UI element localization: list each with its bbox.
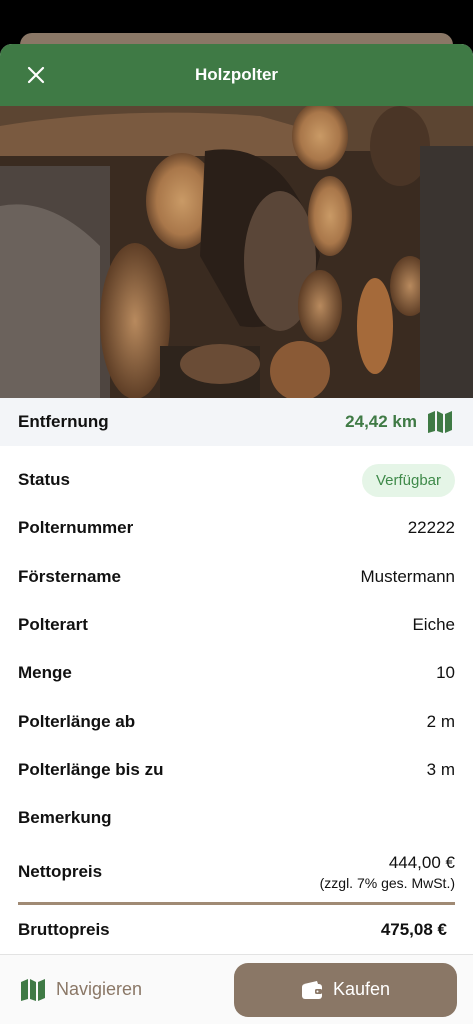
buy-button[interactable]: Kaufen: [234, 962, 457, 1017]
page-title: Holzpolter: [194, 65, 279, 84]
detail-row-menge: Menge 10: [18, 649, 455, 697]
netto-value: 444,00 €: [388, 853, 455, 873]
netto-label: Nettopreis: [18, 862, 103, 882]
header-bar: Holzpolter: [0, 44, 473, 106]
status-label: Status: [18, 470, 70, 490]
polterart-label: Polterart: [18, 615, 88, 635]
polterlaenge-ab-label: Polterlänge ab: [18, 711, 136, 731]
detail-row-polterlaenge-ab: Polterlänge ab 2 m: [18, 697, 455, 745]
menge-value: 10: [436, 663, 455, 683]
detail-row-polternummer: Polternummer 22222: [18, 504, 455, 552]
detail-sheet: Holzpolter Entfernung 24,42 km Status Ve…: [0, 44, 473, 1024]
close-button[interactable]: [22, 63, 50, 87]
foerstername-label: Förstername: [18, 566, 121, 586]
distance-label: Entfernung: [18, 412, 109, 431]
distance-value: 24,42 km: [345, 412, 417, 431]
netto-tax-note: (zzgl. 7% ges. MwSt.): [319, 875, 455, 892]
navigate-button[interactable]: Navigieren: [20, 978, 142, 1002]
polterlaenge-ab-value: 2 m: [426, 711, 455, 731]
polterlaenge-bis-label: Polterlänge bis zu: [18, 759, 164, 779]
polternummer-value: 22222: [407, 518, 455, 538]
polternummer-label: Polternummer: [18, 518, 134, 538]
woodpile-image: [0, 106, 473, 398]
bemerkung-label: Bemerkung: [18, 808, 112, 828]
screen: Holzpolter Entfernung 24,42 km Status Ve…: [0, 0, 473, 1024]
navigate-label: Navigieren: [56, 979, 143, 999]
brutto-label: Bruttopreis: [18, 920, 110, 940]
map-icon: [21, 978, 45, 1001]
map-icon: [428, 411, 452, 433]
detail-row-foerstername: Förstername Mustermann: [18, 553, 455, 601]
polterlaenge-bis-value: 3 m: [426, 759, 455, 779]
status-badge: Verfügbar: [361, 463, 455, 497]
detail-row-status: Status Verfügbar: [18, 456, 455, 504]
details-list: Status Verfügbar Polternummer 22222 Förs…: [0, 456, 473, 902]
brutto-row: Bruttopreis 475,08 €: [0, 905, 473, 955]
brutto-value: 475,08 €: [380, 920, 447, 940]
wallet-icon: [301, 980, 322, 999]
foerstername-value: Mustermann: [360, 566, 455, 586]
polterart-value: Eiche: [412, 615, 455, 635]
detail-row-polterlaenge-bis: Polterlänge bis zu 3 m: [18, 746, 455, 794]
bottom-action-bar: Navigieren Kaufen: [0, 954, 473, 1024]
distance-row: Entfernung 24,42 km: [0, 398, 473, 446]
detail-row-bemerkung: Bemerkung: [18, 794, 455, 842]
buy-label: Kaufen: [332, 979, 391, 999]
netto-price: 444,00 € (zzgl. 7% ges. MwSt.): [320, 853, 455, 891]
distance-map-link[interactable]: 24,42 km: [345, 410, 453, 434]
netto-row: Nettopreis 444,00 € (zzgl. 7% ges. MwSt.…: [18, 842, 455, 902]
close-icon: [27, 66, 45, 84]
detail-row-polterart: Polterart Eiche: [18, 601, 455, 649]
menge-label: Menge: [18, 663, 72, 683]
